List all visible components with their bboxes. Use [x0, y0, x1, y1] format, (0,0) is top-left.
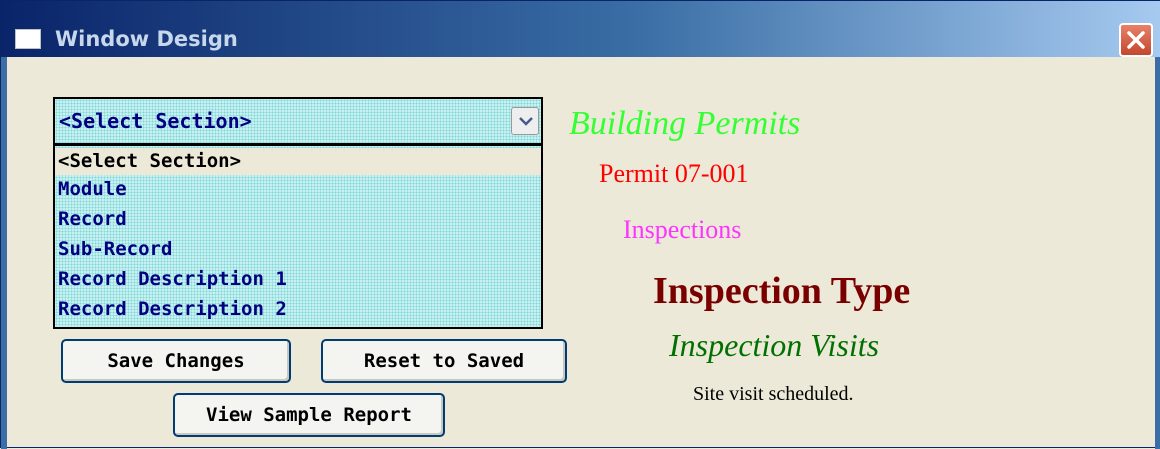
preview-detail-text: Site visit scheduled.	[693, 383, 854, 405]
section-dropdown-list: <Select Section> Module Record Sub-Recor…	[53, 145, 543, 329]
list-item-record-description-2[interactable]: Record Description 2	[55, 296, 541, 323]
section-select-value: <Select Section>	[59, 109, 252, 133]
preview-record-description-2-text: Inspection Visits	[669, 327, 880, 363]
list-item-select-section[interactable]: <Select Section>	[55, 148, 541, 175]
list-item-sub-record[interactable]: Sub-Record	[55, 236, 541, 263]
chevron-down-icon	[519, 117, 533, 126]
list-item-record-description-1[interactable]: Record Description 1	[55, 266, 541, 293]
window-frame-right	[1155, 57, 1160, 449]
preview-module-text: Building Permits	[569, 105, 801, 142]
window-design-dialog: Window Design <Select Section> <Select S…	[0, 0, 1160, 449]
save-changes-button[interactable]: Save Changes	[61, 339, 291, 383]
window-title: Window Design	[55, 27, 238, 51]
list-item-module[interactable]: Module	[55, 176, 541, 203]
section-select[interactable]: <Select Section>	[53, 97, 543, 145]
reset-to-saved-button[interactable]: Reset to Saved	[321, 339, 567, 383]
preview-record-description-1-text: Inspection Type	[653, 270, 911, 312]
dropdown-button[interactable]	[511, 107, 539, 135]
view-sample-report-button[interactable]: View Sample Report	[173, 393, 445, 437]
close-icon	[1127, 31, 1145, 49]
title-bar[interactable]: Window Design	[1, 1, 1160, 57]
preview-sub-record-text: Inspections	[623, 215, 742, 244]
close-button[interactable]	[1119, 23, 1153, 57]
window-frame-left	[1, 57, 7, 449]
list-item-record[interactable]: Record	[55, 206, 541, 233]
window-icon	[15, 29, 41, 49]
preview-record-text: Permit 07-001	[599, 159, 749, 188]
